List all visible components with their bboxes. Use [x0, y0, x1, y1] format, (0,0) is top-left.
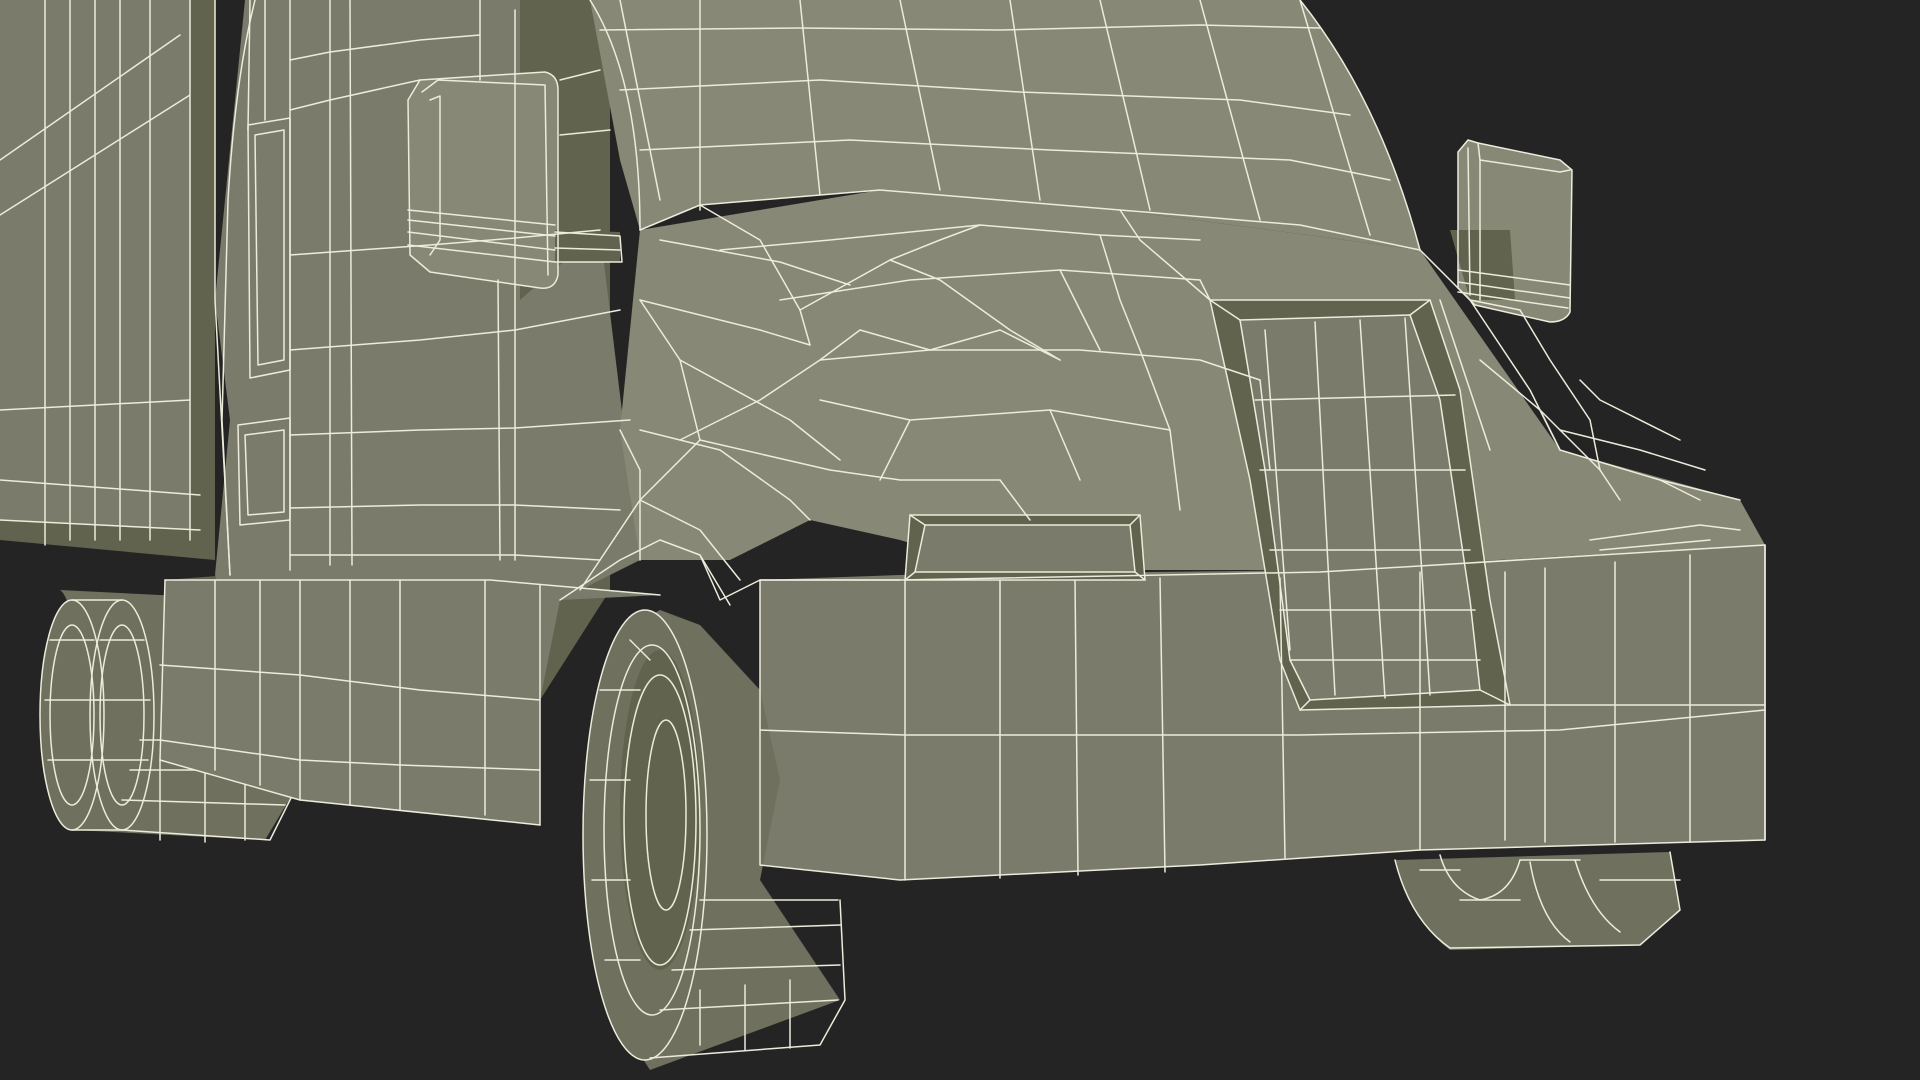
truck-wireframe-render: [0, 0, 1766, 1070]
mirror-right: [1450, 139, 1573, 323]
front-tire-right: [1394, 851, 1681, 950]
render-viewport: [0, 0, 1920, 1080]
trailer: [0, 0, 215, 560]
